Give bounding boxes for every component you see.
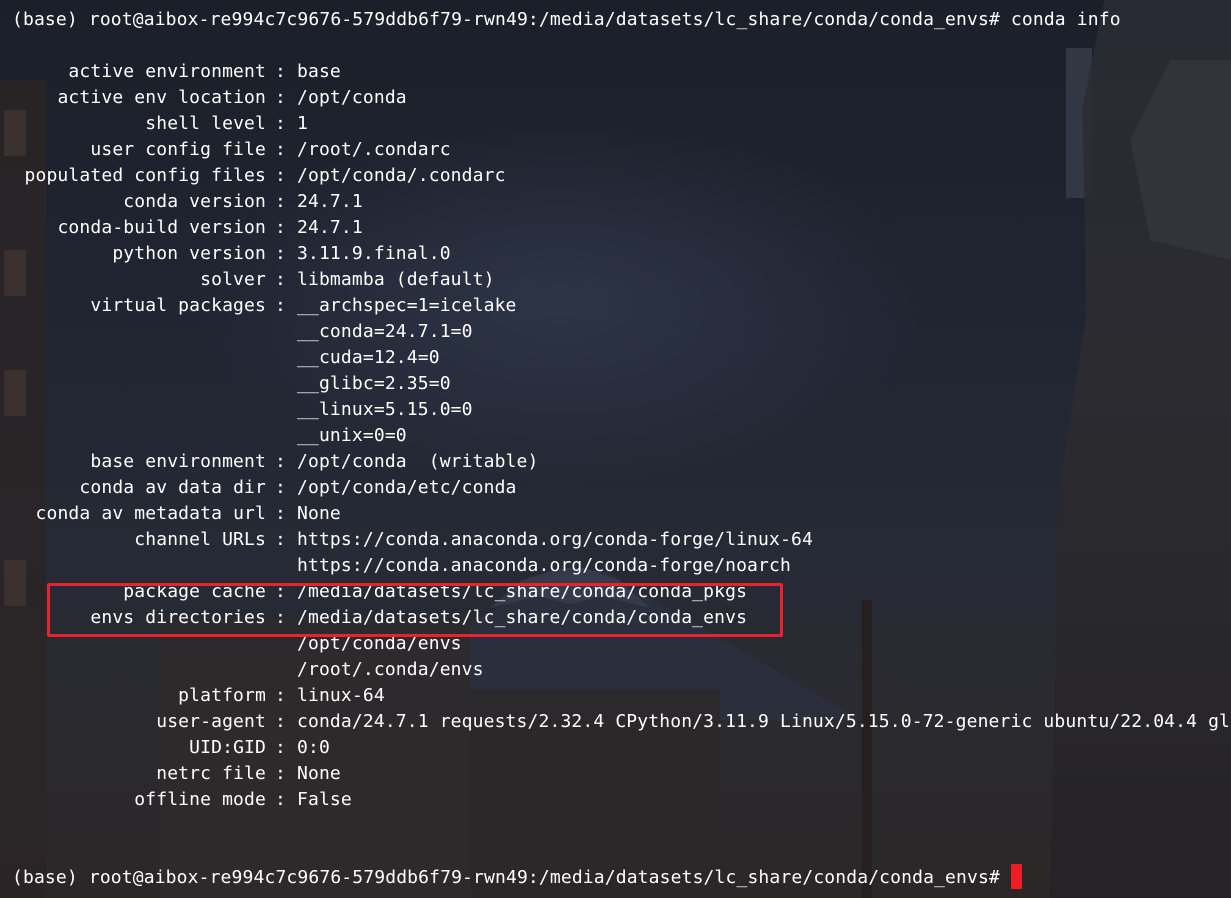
- info-value: base: [297, 61, 341, 82]
- info-separator: :: [275, 113, 286, 134]
- info-key: base environment: [90, 451, 266, 472]
- info-row: __glibc=2.35=0: [0, 371, 1231, 397]
- info-value: /opt/conda: [297, 87, 407, 108]
- info-row: user config file: /root/.condarc: [0, 137, 1231, 163]
- info-value: __cuda=12.4=0: [297, 347, 440, 368]
- info-row: /root/.conda/envs: [0, 657, 1231, 683]
- info-row: active env location: /opt/conda: [0, 85, 1231, 111]
- info-row: populated config files: /opt/conda/.conda…: [0, 163, 1231, 189]
- info-separator: :: [275, 711, 286, 732]
- info-separator: :: [275, 269, 286, 290]
- info-row: shell level:1: [0, 111, 1231, 137]
- info-row: __conda=24.7.1=0: [0, 319, 1231, 345]
- info-separator: :: [275, 191, 286, 212]
- info-row: __linux=5.15.0=0: [0, 397, 1231, 423]
- info-row: __unix=0=0: [0, 423, 1231, 449]
- info-key: conda av data dir: [79, 477, 266, 498]
- info-separator: :: [275, 763, 286, 784]
- info-value: 1: [297, 113, 308, 134]
- info-key: platform: [178, 685, 266, 706]
- info-value: conda/24.7.1 requests/2.32.4 CPython/3.1…: [297, 711, 1231, 732]
- info-row: virtual packages: __archspec=1=icelake: [0, 293, 1231, 319]
- info-row: netrc file: None: [0, 761, 1231, 787]
- info-separator: :: [275, 87, 286, 108]
- info-key: conda version: [123, 191, 266, 212]
- info-value: __archspec=1=icelake: [297, 295, 517, 316]
- info-row: platform: linux-64: [0, 683, 1231, 709]
- info-separator: :: [275, 295, 286, 316]
- info-key: virtual packages: [90, 295, 266, 316]
- info-separator: :: [275, 737, 286, 758]
- info-separator: :: [275, 789, 286, 810]
- info-row: conda av metadata url: None: [0, 501, 1231, 527]
- info-value: /opt/conda (writable): [297, 451, 539, 472]
- info-row: __cuda=12.4=0: [0, 345, 1231, 371]
- info-key: populated config files: [24, 165, 266, 186]
- info-separator: :: [275, 61, 286, 82]
- info-value: /root/.condarc: [297, 139, 451, 160]
- info-separator: :: [275, 503, 286, 524]
- info-key: active environment: [68, 61, 266, 82]
- info-key: offline mode: [134, 789, 266, 810]
- info-value: /root/.conda/envs: [297, 659, 484, 680]
- info-key: conda-build version: [57, 217, 266, 238]
- info-key: conda av metadata url: [35, 503, 266, 524]
- info-row: conda av data dir: /opt/conda/etc/conda: [0, 475, 1231, 501]
- info-value: /opt/conda/.condarc: [297, 165, 506, 186]
- info-row: active environment: base: [0, 59, 1231, 85]
- info-value: libmamba (default): [297, 269, 495, 290]
- info-key: UID:GID: [189, 737, 266, 758]
- info-row: channel URLs: https://conda.anaconda.org/…: [0, 527, 1231, 553]
- info-key: user-agent: [156, 711, 266, 732]
- terminal-cursor[interactable]: [1011, 864, 1022, 889]
- info-value: 3.11.9.final.0: [297, 243, 451, 264]
- info-key: user config file: [90, 139, 266, 160]
- info-value: None: [297, 503, 341, 524]
- info-separator: :: [275, 685, 286, 706]
- info-value: __glibc=2.35=0: [297, 373, 451, 394]
- info-separator: :: [275, 139, 286, 160]
- info-separator: :: [275, 477, 286, 498]
- info-row: UID:GID:0:0: [0, 735, 1231, 761]
- highlight-annotation-box: [47, 583, 783, 637]
- info-value: https://conda.anaconda.org/conda-forge/l…: [297, 529, 813, 550]
- command-line: (base) root@aibox-re994c7c9676-579ddb6f7…: [12, 9, 1121, 30]
- info-row: user-agent: conda/24.7.1 requests/2.32.4 …: [0, 709, 1231, 735]
- info-separator: :: [275, 451, 286, 472]
- info-row: solver: libmamba (default): [0, 267, 1231, 293]
- info-separator: :: [275, 217, 286, 238]
- info-key: netrc file: [156, 763, 266, 784]
- info-separator: :: [275, 529, 286, 550]
- info-value: 24.7.1: [297, 191, 363, 212]
- info-row: base environment: /opt/conda (writable): [0, 449, 1231, 475]
- info-key: shell level: [145, 113, 266, 134]
- info-value: None: [297, 763, 341, 784]
- info-value: /opt/conda/etc/conda: [297, 477, 517, 498]
- info-value: 24.7.1: [297, 217, 363, 238]
- info-value: __linux=5.15.0=0: [297, 399, 473, 420]
- info-separator: :: [275, 165, 286, 186]
- shell-prompt: (base) root@aibox-re994c7c9676-579ddb6f7…: [12, 867, 1011, 888]
- terminal-window[interactable]: (base) root@aibox-re994c7c9676-579ddb6f7…: [0, 0, 1231, 898]
- info-value: 0:0: [297, 737, 330, 758]
- info-key: solver: [200, 269, 266, 290]
- info-key: active env location: [57, 87, 266, 108]
- info-value: __conda=24.7.1=0: [297, 321, 473, 342]
- info-row: conda-build version:24.7.1: [0, 215, 1231, 241]
- info-value: False: [297, 789, 352, 810]
- info-row: conda version:24.7.1: [0, 189, 1231, 215]
- info-value: linux-64: [297, 685, 385, 706]
- info-separator: :: [275, 243, 286, 264]
- info-key: python version: [112, 243, 266, 264]
- info-value: __unix=0=0: [297, 425, 407, 446]
- info-row: offline mode: False: [0, 787, 1231, 813]
- info-value: https://conda.anaconda.org/conda-forge/n…: [297, 555, 791, 576]
- info-key: channel URLs: [134, 529, 266, 550]
- info-row: https://conda.anaconda.org/conda-forge/n…: [0, 553, 1231, 579]
- info-row: python version:3.11.9.final.0: [0, 241, 1231, 267]
